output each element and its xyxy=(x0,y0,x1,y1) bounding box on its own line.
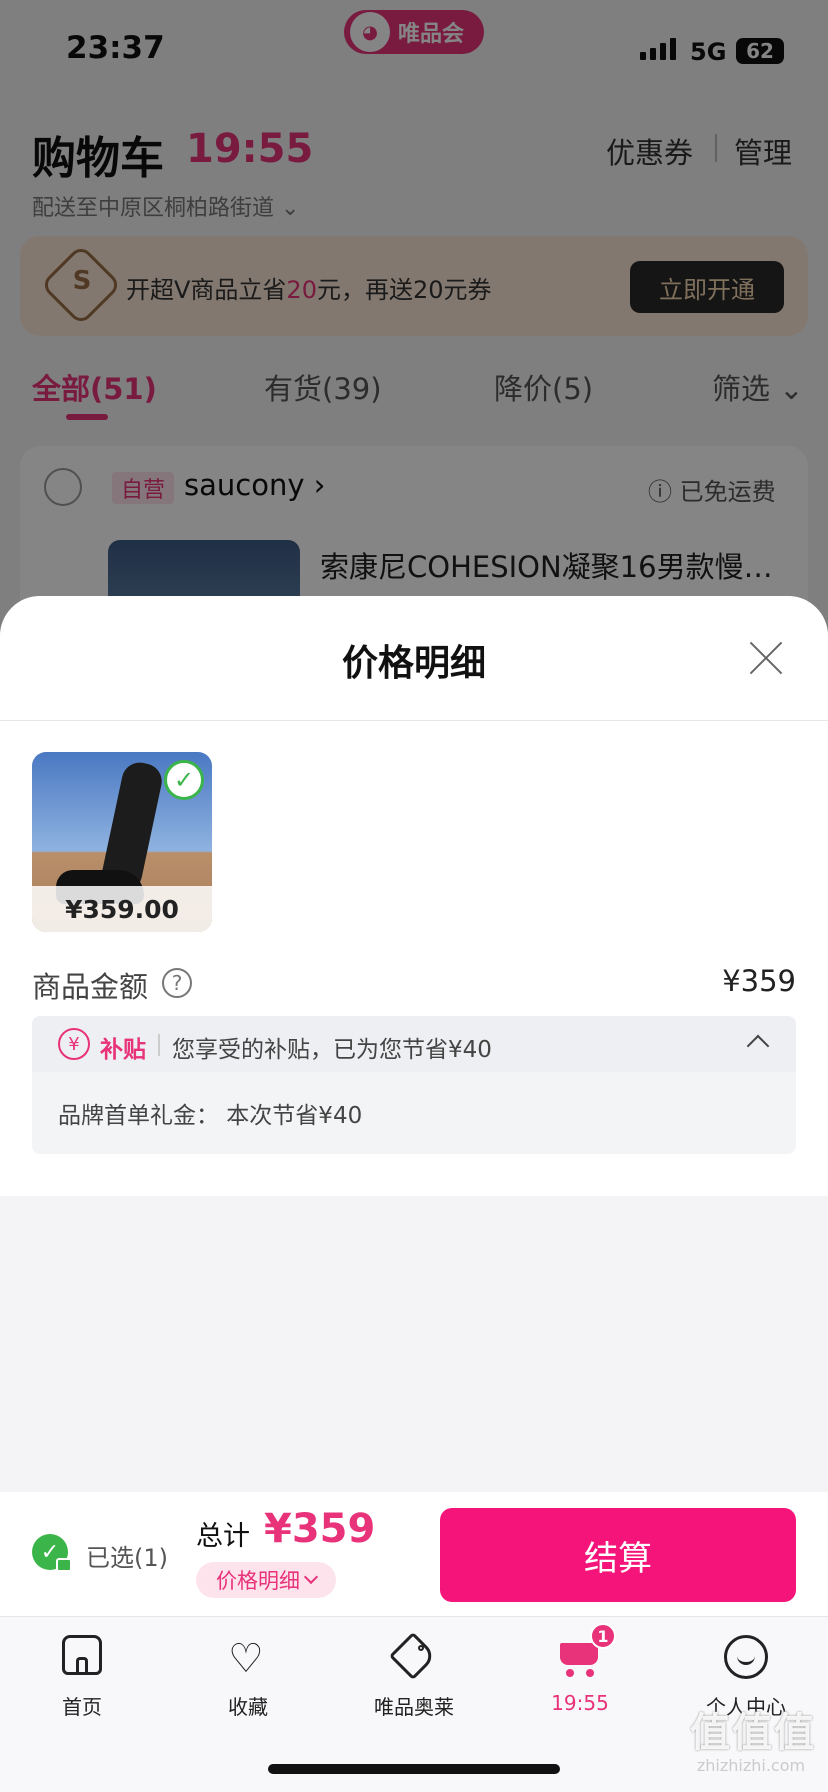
home-icon xyxy=(56,1631,108,1683)
lock-icon xyxy=(56,1558,72,1572)
chevron-up-icon[interactable] xyxy=(746,1034,770,1058)
nav-home[interactable]: 首页 xyxy=(22,1631,142,1720)
price-detail-toggle[interactable]: 价格明细 xyxy=(196,1562,336,1598)
checkout-button[interactable]: 结算 xyxy=(440,1508,796,1602)
subsidy-divider xyxy=(158,1034,160,1056)
sheet-title: 价格明细 xyxy=(341,643,486,684)
subsidy-panel: ¥ 补贴 您享受的补贴，已为您节省¥40 品牌首单礼金： 本次节省¥40 xyxy=(32,1016,796,1154)
subsidy-detail-row: 品牌首单礼金： 本次节省¥40 xyxy=(58,1103,363,1129)
total-label: 总计 xyxy=(196,1521,250,1552)
subsidy-summary: 您享受的补贴，已为您节省¥40 xyxy=(172,1037,492,1063)
nav-cart-label: 19:55 xyxy=(551,1691,609,1715)
cart-icon: 1 xyxy=(554,1623,616,1683)
subsidy-header[interactable]: ¥ 补贴 您享受的补贴，已为您节省¥40 xyxy=(32,1016,796,1072)
help-icon[interactable]: ? xyxy=(162,968,192,998)
close-icon[interactable] xyxy=(748,640,784,676)
nav-outlet[interactable]: 唯品奥莱 xyxy=(354,1631,474,1720)
amount-value: ¥359 xyxy=(722,964,796,998)
subsidy-tag: 补贴 xyxy=(100,1037,146,1063)
product-thumbnail[interactable]: ✓ ¥359.00 xyxy=(32,752,212,932)
selected-check-icon: ✓ xyxy=(164,760,204,800)
nav-favorites-label: 收藏 xyxy=(228,1695,268,1719)
home-indicator[interactable] xyxy=(268,1764,560,1774)
heart-icon: ♡ xyxy=(228,1636,264,1682)
nav-home-label: 首页 xyxy=(62,1695,102,1719)
watermark: 值值值 xyxy=(690,1710,816,1756)
chevron-down-icon xyxy=(303,1569,319,1585)
amount-label: 商品金额 xyxy=(32,970,149,1004)
tag-icon xyxy=(388,1631,440,1683)
sheet-divider xyxy=(0,720,828,721)
watermark-url: zhizhizhi.com xyxy=(696,1756,806,1775)
checkout-bar: ✓ 已选(1) 总计 ¥359 价格明细 结算 xyxy=(0,1492,828,1616)
product-price: ¥359.00 xyxy=(32,886,212,932)
total-value: ¥359 xyxy=(264,1506,376,1552)
sheet-content: 价格明细 ✓ ¥359.00 商品金额 ? ¥359 ¥ 补贴 您享受的补贴，已… xyxy=(0,596,828,1196)
nav-outlet-label: 唯品奥莱 xyxy=(374,1695,454,1719)
nav-favorites[interactable]: ♡ 收藏 xyxy=(188,1631,308,1720)
nav-cart[interactable]: 1 19:55 xyxy=(520,1623,640,1715)
money-bag-icon: ¥ xyxy=(58,1028,90,1060)
selected-count: 已选(1) xyxy=(86,1544,168,1572)
profile-icon xyxy=(720,1631,772,1683)
cart-badge: 1 xyxy=(590,1623,616,1649)
price-detail-toggle-label: 价格明细 xyxy=(216,1569,300,1593)
